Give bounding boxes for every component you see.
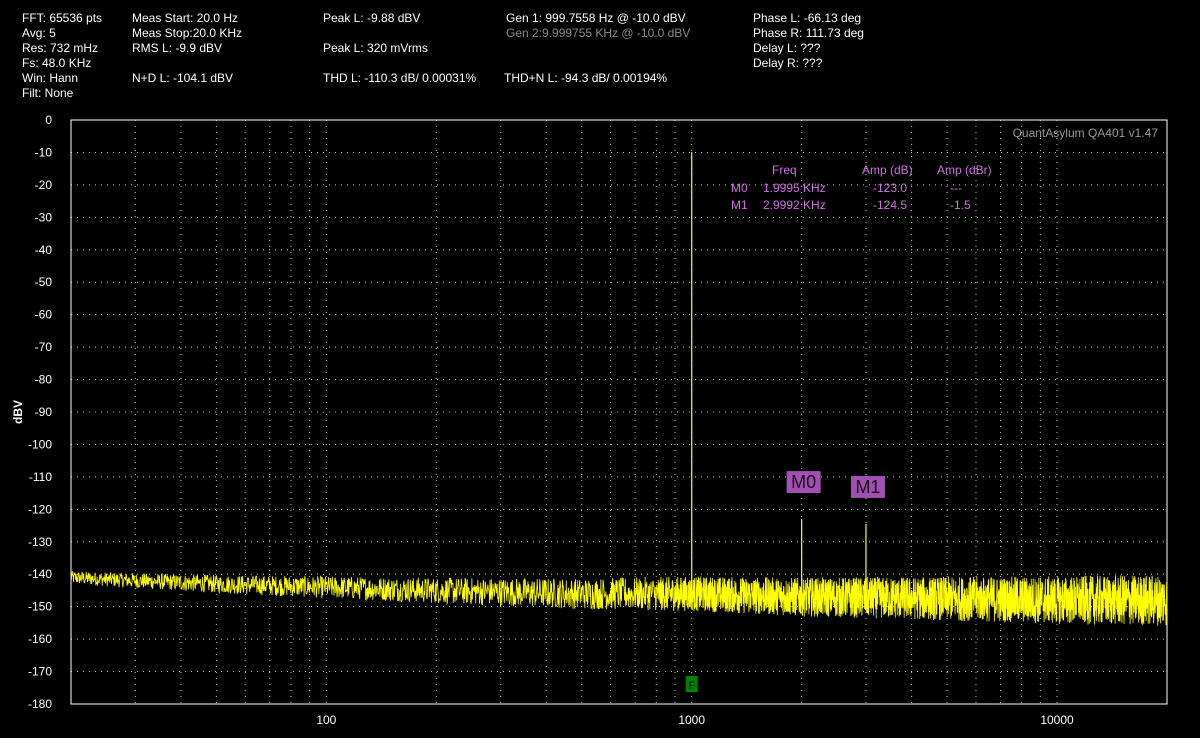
marker-row-amp-dbr: -1.5 bbox=[950, 198, 971, 212]
y-tick-label: -110 bbox=[29, 470, 52, 484]
y-tick-label: -30 bbox=[35, 210, 53, 224]
marker-row-amp-db: -124.5 bbox=[873, 198, 907, 212]
x-tick-label: 100 bbox=[316, 713, 336, 727]
y-tick-label: -180 bbox=[28, 697, 52, 711]
y-tick-label: -50 bbox=[35, 275, 53, 289]
y-tick-label: -100 bbox=[28, 437, 52, 451]
fft-spectrum-chart: 0 -10 -20 -30 -40 -50 -60 -70 -80 -90 -100 -110 -120… bbox=[11, 113, 1168, 727]
y-tick-label: -10 bbox=[35, 145, 53, 159]
y-tick-label: -40 bbox=[35, 243, 53, 257]
y-tick-label: -150 bbox=[28, 600, 52, 614]
marker-label: M0 bbox=[786, 471, 821, 494]
y-tick-label: -70 bbox=[35, 340, 53, 354]
noise-floor-line bbox=[70, 571, 1168, 626]
y-tick-label: 0 bbox=[45, 113, 52, 127]
marker-row-freq: 1.9995 KHz bbox=[763, 181, 826, 195]
y-axis-label: dBV bbox=[11, 400, 25, 424]
marker-label: M1 bbox=[850, 475, 885, 498]
y-tick-label: -20 bbox=[35, 178, 53, 192]
marker-row-freq: 2.9992 KHz bbox=[763, 198, 826, 212]
spectrum-trace bbox=[70, 152, 1168, 626]
x-tick-label: 1000 bbox=[678, 713, 705, 727]
marker-header-amp-dbr: Amp (dBr) bbox=[937, 163, 992, 177]
y-tick-label: -90 bbox=[35, 405, 53, 419]
x-tick-label: 10000 bbox=[1040, 713, 1074, 727]
y-tick-label: -80 bbox=[35, 373, 53, 387]
y-tick-label: -130 bbox=[28, 535, 52, 549]
marker-row-name: M0 bbox=[731, 181, 748, 195]
y-tick-label: -120 bbox=[28, 502, 52, 516]
y-tick-label: -170 bbox=[28, 665, 52, 679]
plot-frame bbox=[70, 119, 1168, 705]
marker-header-freq: Freq bbox=[772, 163, 797, 177]
marker-table: Freq Amp (dB) Amp (dBr) M0 1.9995 KHz -1… bbox=[731, 163, 992, 212]
chart-grid bbox=[71, 120, 1167, 704]
y-tick-label: -140 bbox=[28, 567, 52, 581]
marker-row-name: M1 bbox=[731, 198, 748, 212]
x-axis-ticks: 100 1000 10000 bbox=[316, 713, 1074, 727]
marker-label-text: M0 bbox=[791, 472, 816, 492]
fundamental-marker-label: F bbox=[688, 680, 695, 692]
y-axis-ticks: 0 -10 -20 -30 -40 -50 -60 -70 -80 -90 -100 -110 -120… bbox=[28, 113, 52, 711]
marker-row-amp-db: -123.0 bbox=[873, 181, 907, 195]
marker-label-text: M1 bbox=[855, 477, 880, 497]
y-tick-label: -60 bbox=[35, 308, 53, 322]
watermark: QuantAsylum QA401 v1.47 bbox=[1013, 126, 1159, 140]
marker-row-amp-dbr: --- bbox=[950, 181, 962, 195]
marker-header-amp-db: Amp (dB) bbox=[862, 163, 913, 177]
y-tick-label: -160 bbox=[28, 632, 52, 646]
